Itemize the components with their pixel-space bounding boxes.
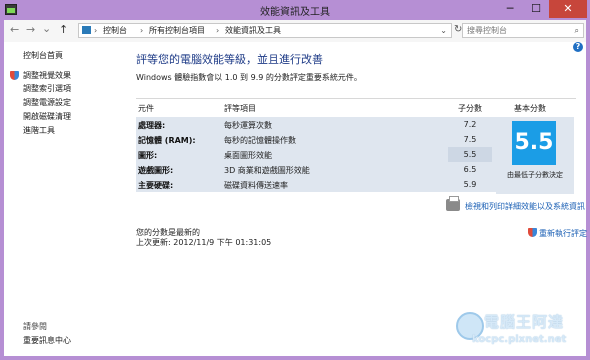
subscore: 7.2 xyxy=(463,120,477,129)
admin-shield-icon xyxy=(528,228,537,237)
printer-icon xyxy=(446,196,460,211)
breadcrumb-all-items[interactable]: 所有控制台項目 xyxy=(149,24,205,37)
sidebar-item-power[interactable]: 調整電源設定 xyxy=(23,97,71,108)
table-row: 圖形: 桌面圖形效能 5.5 xyxy=(136,147,496,162)
component-name: 處理器: xyxy=(138,121,166,130)
column-header-basescore: 基本分數 xyxy=(514,104,546,113)
component-name: 圖形: xyxy=(138,151,158,160)
subscore: 6.5 xyxy=(463,165,477,174)
subscore: 7.5 xyxy=(463,135,477,144)
search-placeholder: 搜尋控制台 xyxy=(467,26,507,35)
breadcrumb-control-panel[interactable]: 控制台 xyxy=(103,24,127,37)
subscore: 5.9 xyxy=(463,180,477,189)
subscore: 5.5 xyxy=(448,147,492,162)
search-icon[interactable]: ⌕ xyxy=(575,24,579,37)
maximize-button[interactable]: ☐ xyxy=(523,0,549,18)
action-center-link[interactable]: 重要訊息中心 xyxy=(23,335,71,346)
component-name: 記憶體 (RAM): xyxy=(138,136,196,145)
sidebar-item-advanced-tools[interactable]: 進階工具 xyxy=(23,125,55,136)
sidebar-item-disk-cleanup[interactable]: 開啟磁碟清理 xyxy=(23,111,71,122)
table-row: 遊戲圖形: 3D 商業和遊戲圖形效能 6.5 xyxy=(136,162,496,177)
title-bar[interactable]: 效能資訊及工具 ─ ☐ ✕ xyxy=(0,0,590,20)
watermark-title: 電腦王阿達 xyxy=(484,313,565,331)
column-header-rated: 評等項目 xyxy=(224,104,256,113)
column-header-component: 元件 xyxy=(138,104,154,113)
rated-item: 每秒運算次數 xyxy=(224,121,272,130)
breadcrumb-separator: › xyxy=(94,26,98,35)
component-name: 遊戲圖形: xyxy=(138,166,174,175)
navigation-bar: ← → ⌄ ↑ › 控制台 › 所有控制台項目 › 效能資訊及工具 ⌄ ↻ 搜尋… xyxy=(4,20,586,42)
score-table: 元件 評等項目 子分數 基本分數 處理器: 每秒運算次數 7.2 記憶體 (RA… xyxy=(136,98,576,194)
forward-arrow-icon[interactable]: → xyxy=(26,23,35,36)
rated-item: 磁碟資料傳送速率 xyxy=(224,181,288,190)
sidebar-item-indexing[interactable]: 調整索引選項 xyxy=(23,83,71,94)
recent-locations-icon[interactable]: ⌄ xyxy=(42,22,51,35)
rerun-assessment-link[interactable]: 重新執行評定 xyxy=(539,228,587,239)
table-row: 主要硬碟: 磁碟資料傳送速率 5.9 xyxy=(136,177,496,192)
table-row: 記憶體 (RAM): 每秒的記憶體操作數 7.5 xyxy=(136,132,496,147)
base-score-note: 由最低子分數決定 xyxy=(507,171,563,179)
control-panel-icon xyxy=(82,26,91,34)
sidebar: 控制台首頁 調整視覺效果 調整索引選項 調整電源設定 開啟磁碟清理 進階工具 請… xyxy=(4,42,126,356)
address-dropdown-icon[interactable]: ⌄ xyxy=(440,24,447,37)
column-header-subscore: 子分數 xyxy=(458,104,482,113)
breadcrumb-separator: › xyxy=(140,26,144,35)
rated-item: 每秒的記憶體操作數 xyxy=(224,136,296,145)
back-arrow-icon[interactable]: ← xyxy=(10,23,19,36)
page-title: 評等您的電腦效能等級，並且進行改善 xyxy=(136,53,323,66)
address-bar[interactable]: › 控制台 › 所有控制台項目 › 效能資訊及工具 ⌄ xyxy=(78,23,452,38)
base-score-tile: 5.5 xyxy=(512,121,556,165)
last-update-timestamp: 上次更新: 2012/11/9 下午 01:31:05 xyxy=(136,238,272,247)
watermark-logo: 電腦王阿達 kocpc.pixnet.net xyxy=(456,308,586,352)
breadcrumb-performance[interactable]: 效能資訊及工具 xyxy=(225,24,281,37)
sidebar-home-link[interactable]: 控制台首頁 xyxy=(23,50,63,61)
admin-shield-icon xyxy=(10,71,19,80)
component-name: 主要硬碟: xyxy=(138,181,174,190)
content-area: ? 控制台首頁 調整視覺效果 調整索引選項 調整電源設定 開啟磁碟清理 進階工具… xyxy=(4,42,587,356)
base-score-panel: 5.5 由最低子分數決定 xyxy=(496,117,574,194)
see-also-heading: 請參閱 xyxy=(23,322,47,331)
rated-item: 桌面圖形效能 xyxy=(224,151,272,160)
watermark-url: kocpc.pixnet.net xyxy=(472,334,567,345)
print-details-link[interactable]: 檢視和列印詳細效能以及系統資訊 xyxy=(465,201,585,212)
close-button[interactable]: ✕ xyxy=(549,0,587,18)
search-input[interactable]: 搜尋控制台 ⌕ xyxy=(462,23,584,38)
rated-item: 3D 商業和遊戲圖形效能 xyxy=(224,166,310,175)
minimize-button[interactable]: ─ xyxy=(497,0,523,18)
page-description: Windows 體驗指數會以 1.0 到 9.9 的分數評定重要系統元件。 xyxy=(136,73,362,82)
breadcrumb-separator: › xyxy=(216,26,220,35)
sidebar-item-visual-effects[interactable]: 調整視覺效果 xyxy=(23,70,71,81)
window: 效能資訊及工具 ─ ☐ ✕ ← → ⌄ ↑ › 控制台 › 所有控制台項目 › … xyxy=(0,0,590,360)
table-row: 處理器: 每秒運算次數 7.2 xyxy=(136,117,496,132)
up-arrow-icon[interactable]: ↑ xyxy=(59,23,68,36)
